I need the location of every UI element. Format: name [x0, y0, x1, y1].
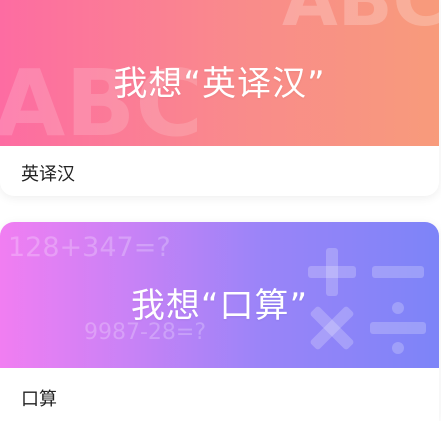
decor-abc-text-top: ABC	[282, 0, 439, 42]
mental-math-label: 口算	[21, 389, 57, 410]
mental-math-headline: 我想“口算”	[130, 286, 309, 326]
decor-equation-1: 128+347=?	[8, 232, 171, 263]
mental-math-card[interactable]: 128+347=? 9987-28=? 我想“口算” 口算	[0, 222, 439, 421]
english-to-chinese-label: 英译汉	[21, 164, 75, 185]
mental-math-banner[interactable]: 128+347=? 9987-28=? 我想“口算”	[0, 222, 439, 368]
english-to-chinese-banner[interactable]: ABC ABC 我想“英译汉”	[0, 0, 439, 146]
english-to-chinese-card[interactable]: ABC ABC 我想“英译汉” 英译汉	[0, 0, 439, 196]
english-to-chinese-headline: 我想“英译汉”	[113, 64, 326, 104]
